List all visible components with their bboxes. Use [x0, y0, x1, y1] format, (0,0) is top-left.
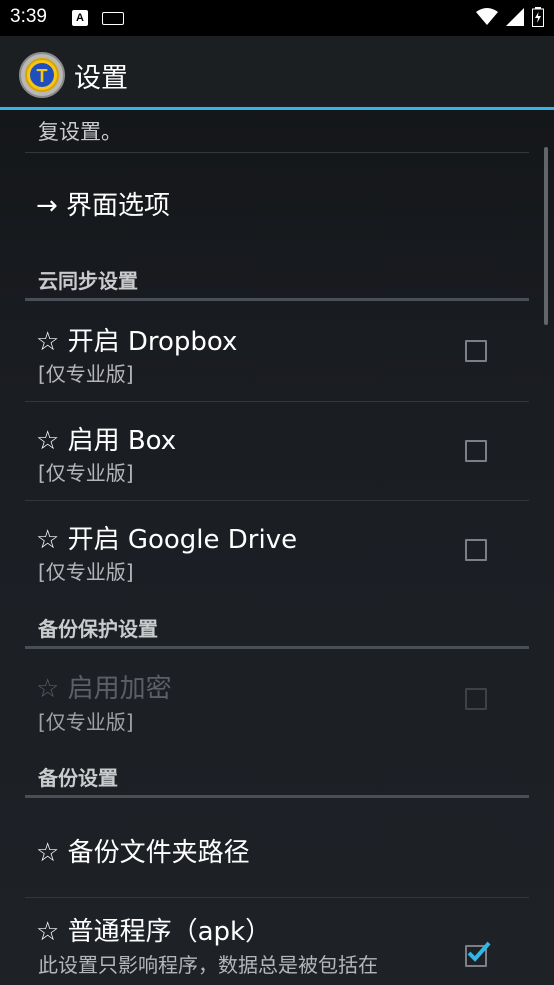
section-divider: [25, 646, 529, 649]
section-header-backup: 备份设置: [38, 766, 118, 790]
checkmark-icon: [467, 941, 491, 962]
status-time: 3:39: [10, 6, 47, 27]
divider: [25, 152, 529, 153]
item-title: ☆ 备份文件夹路径: [36, 838, 250, 868]
interface-options-label: → 界面选项: [36, 191, 171, 221]
section-divider: [25, 795, 529, 798]
divider: [25, 897, 529, 898]
previous-item-summary: 复设置。: [38, 120, 122, 144]
item-subtitle: [仅专业版]: [38, 461, 134, 485]
section-header-cloud-sync: 云同步设置: [38, 269, 138, 293]
box-checkbox[interactable]: [465, 440, 487, 462]
settings-list[interactable]: 复设置。 → 界面选项 云同步设置 ☆ 开启 Dropbox [仅专业版] ☆ …: [0, 110, 554, 985]
app-bar: T 设置: [0, 36, 554, 108]
keyboard-icon: [102, 12, 124, 25]
encryption-checkbox: [465, 688, 487, 710]
item-subtitle: [仅专业版]: [38, 362, 134, 386]
item-title: ☆ 开启 Google Drive: [36, 525, 298, 555]
battery-icon: [532, 7, 544, 27]
app-logo-icon[interactable]: T: [18, 51, 66, 99]
item-subtitle: [仅专业版]: [38, 710, 134, 734]
section-divider: [25, 298, 529, 301]
text-notification-icon: A: [72, 10, 88, 26]
dropbox-checkbox[interactable]: [465, 340, 487, 362]
page-title: 设置: [74, 63, 128, 94]
status-icons: [476, 7, 544, 27]
item-title: ☆ 普通程序（apk）: [36, 917, 272, 947]
divider: [25, 401, 529, 402]
google-drive-checkbox[interactable]: [465, 539, 487, 561]
scrollbar[interactable]: [544, 147, 548, 325]
item-title: ☆ 启用 Box: [36, 426, 177, 456]
item-title: ☆ 启用加密: [36, 674, 172, 704]
item-title: ☆ 开启 Dropbox: [36, 327, 238, 357]
divider: [25, 500, 529, 501]
apk-checkbox[interactable]: [465, 941, 491, 967]
wifi-icon: [476, 8, 498, 25]
item-subtitle: 此设置只影响程序，数据总是被包括在: [38, 953, 378, 977]
svg-text:T: T: [37, 66, 48, 86]
status-bar: 3:39 A: [0, 0, 554, 36]
section-header-backup-protection: 备份保护设置: [38, 617, 158, 641]
signal-icon: [506, 8, 524, 26]
item-subtitle: [仅专业版]: [38, 560, 134, 584]
